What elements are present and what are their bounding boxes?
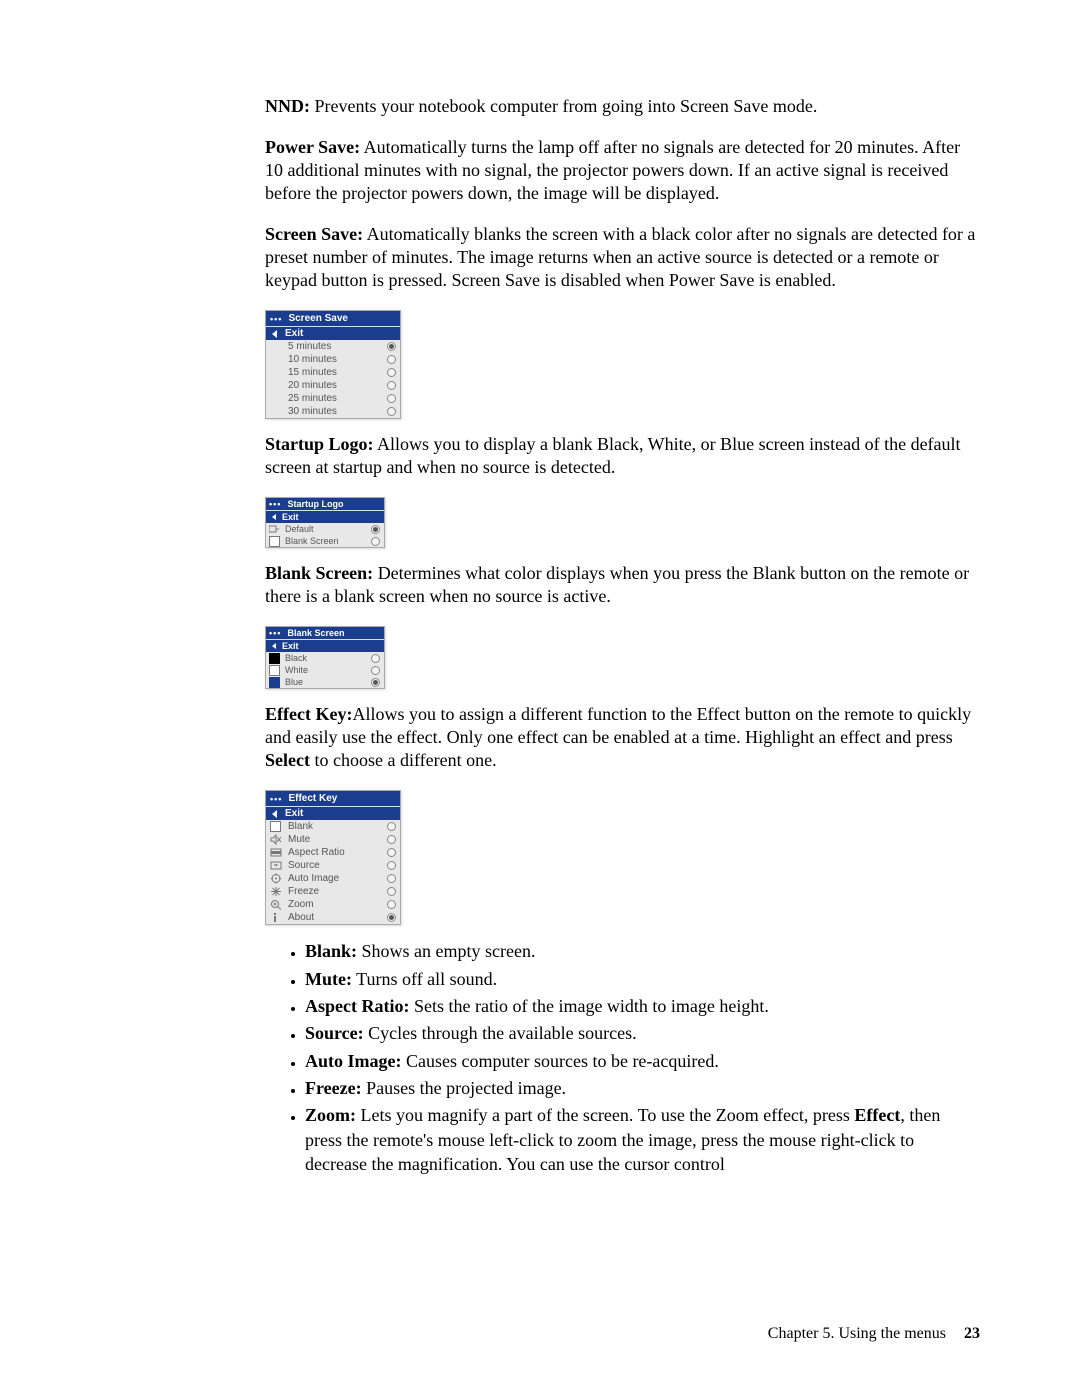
source-icon xyxy=(269,860,282,871)
paragraph-nnd: NND: Prevents your notebook computer fro… xyxy=(265,95,980,118)
menu-item[interactable]: Auto Image xyxy=(266,872,400,885)
aspect-ratio-icon xyxy=(269,847,282,858)
list-item: Freeze: Pauses the projected image. xyxy=(305,1076,980,1100)
menu-item[interactable]: 15 minutes xyxy=(266,366,400,379)
menu-exit-row[interactable]: Exit xyxy=(266,639,384,652)
list-item: Blank: Shows an empty screen. xyxy=(305,939,980,963)
list-item: Auto Image: Causes computer sources to b… xyxy=(305,1049,980,1073)
radio-icon xyxy=(387,822,396,831)
radio-icon xyxy=(387,913,396,922)
menu-item[interactable]: 30 minutes xyxy=(266,405,400,418)
menu-exit-row[interactable]: Exit xyxy=(266,326,400,340)
zoom-icon xyxy=(269,899,282,910)
menu-item[interactable]: White xyxy=(266,664,384,676)
menu-item[interactable]: Black xyxy=(266,652,384,664)
menu-item[interactable]: Blank Screen xyxy=(266,535,384,547)
black-swatch-icon xyxy=(269,653,280,663)
menu-item[interactable]: Blank xyxy=(266,820,400,833)
info-icon xyxy=(269,912,282,923)
list-item: Aspect Ratio: Sets the ratio of the imag… xyxy=(305,994,980,1018)
menu-exit-row[interactable]: Exit xyxy=(266,510,384,523)
blue-swatch-icon xyxy=(269,677,280,687)
menu-item[interactable]: Aspect Ratio xyxy=(266,846,400,859)
radio-icon xyxy=(371,678,380,687)
radio-icon xyxy=(387,381,396,390)
radio-icon xyxy=(371,654,380,663)
blank-icon xyxy=(269,821,282,832)
page-number: 23 xyxy=(964,1325,980,1342)
radio-icon xyxy=(387,848,396,857)
menu-title: Startup Logo xyxy=(287,499,343,509)
radio-icon xyxy=(387,342,396,351)
menu-startup-logo: ••• Startup Logo Exit Default Blank Scree… xyxy=(265,497,385,548)
menu-blank-screen: ••• Blank Screen Exit Black White Blue xyxy=(265,626,385,689)
menu-item[interactable]: 20 minutes xyxy=(266,379,400,392)
left-arrow-icon xyxy=(272,514,276,520)
radio-icon xyxy=(387,874,396,883)
radio-icon xyxy=(387,394,396,403)
menu-dots-icon: ••• xyxy=(270,314,282,324)
menu-dots-icon: ••• xyxy=(269,628,281,638)
paragraph-effect-key: Effect Key:Allows you to assign a differ… xyxy=(265,703,980,772)
left-arrow-icon xyxy=(272,643,276,649)
paragraph-screen-save: Screen Save: Automatically blanks the sc… xyxy=(265,223,980,292)
auto-image-icon xyxy=(269,873,282,884)
effect-key-list: Blank: Shows an empty screen. Mute: Turn… xyxy=(265,939,980,1176)
menu-item[interactable]: Zoom xyxy=(266,898,400,911)
default-icon xyxy=(269,524,280,534)
menu-item[interactable]: 10 minutes xyxy=(266,353,400,366)
menu-exit-row[interactable]: Exit xyxy=(266,806,400,820)
menu-item[interactable]: Mute xyxy=(266,833,400,846)
blank-icon xyxy=(269,536,280,546)
list-item: Zoom: Lets you magnify a part of the scr… xyxy=(305,1103,980,1176)
menu-item[interactable]: 5 minutes xyxy=(266,340,400,353)
list-item: Mute: Turns off all sound. xyxy=(305,967,980,991)
radio-icon xyxy=(387,355,396,364)
menu-effect-key: ••• Effect Key Exit Blank Mute Aspect Rat… xyxy=(265,790,401,925)
radio-icon xyxy=(371,525,380,534)
menu-item[interactable]: About xyxy=(266,911,400,924)
menu-screen-save: ••• Screen Save Exit 5 minutes 10 minutes… xyxy=(265,310,401,419)
left-arrow-icon xyxy=(272,810,277,818)
white-swatch-icon xyxy=(269,665,280,675)
paragraph-startup-logo: Startup Logo: Allows you to display a bl… xyxy=(265,433,980,479)
menu-item[interactable]: Source xyxy=(266,859,400,872)
menu-dots-icon: ••• xyxy=(269,499,281,509)
radio-icon xyxy=(371,666,380,675)
menu-item[interactable]: Default xyxy=(266,523,384,535)
list-item: Source: Cycles through the available sou… xyxy=(305,1021,980,1045)
radio-icon xyxy=(387,887,396,896)
menu-item[interactable]: Freeze xyxy=(266,885,400,898)
radio-icon xyxy=(387,407,396,416)
radio-icon xyxy=(387,835,396,844)
page-footer: Chapter 5. Using the menus 23 xyxy=(768,1325,980,1343)
left-arrow-icon xyxy=(272,330,277,338)
menu-title: Screen Save xyxy=(288,313,348,324)
mute-icon xyxy=(269,834,282,845)
radio-icon xyxy=(371,537,380,546)
menu-dots-icon: ••• xyxy=(270,794,282,804)
radio-icon xyxy=(387,368,396,377)
paragraph-power-save: Power Save: Automatically turns the lamp… xyxy=(265,136,980,205)
paragraph-blank-screen: Blank Screen: Determines what color disp… xyxy=(265,562,980,608)
radio-icon xyxy=(387,861,396,870)
menu-title: Blank Screen xyxy=(287,628,344,638)
menu-item[interactable]: Blue xyxy=(266,676,384,688)
radio-icon xyxy=(387,900,396,909)
freeze-icon xyxy=(269,886,282,897)
menu-item[interactable]: 25 minutes xyxy=(266,392,400,405)
menu-title: Effect Key xyxy=(288,793,337,804)
